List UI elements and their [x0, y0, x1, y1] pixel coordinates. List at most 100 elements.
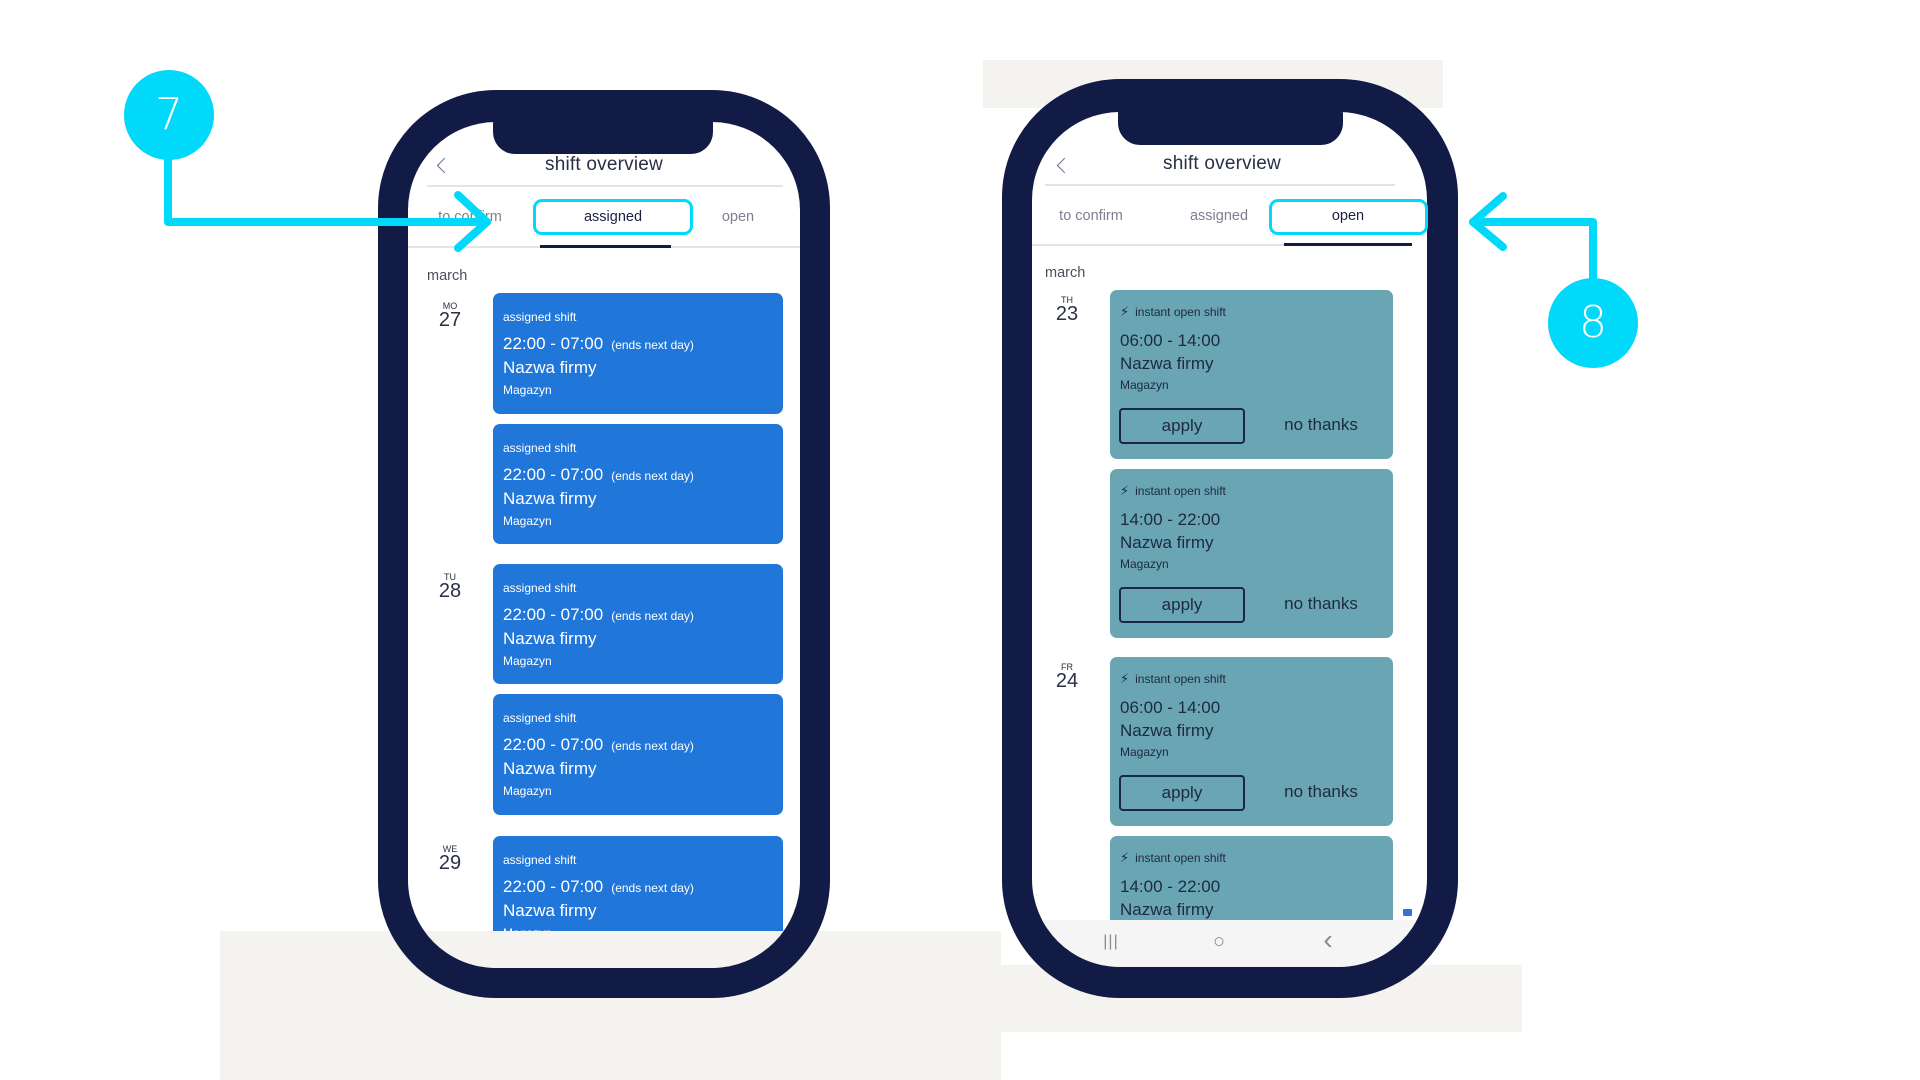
page-title: shift overview	[1163, 153, 1281, 174]
shift-type-label: ⚡ instant open shift	[1120, 850, 1226, 865]
shift-type-label: assigned shift	[503, 711, 577, 725]
shift-type-label: ⚡ instant open shift	[1120, 304, 1226, 319]
shift-card[interactable]: assigned shift 22:00 - 07:00 (ends next d…	[493, 424, 783, 544]
shift-time: 14:00 - 22:00	[1120, 877, 1221, 896]
company-name: Nazwa firmy	[503, 629, 597, 648]
shift-time-note: (ends next day)	[611, 739, 694, 753]
shift-type-label: ⚡ instant open shift	[1120, 671, 1226, 686]
shift-time-range: 22:00 - 07:00	[503, 735, 604, 754]
location-name: Magazyn	[1120, 378, 1169, 392]
left-phone-screen: shift overview to confirm assigned open …	[408, 122, 800, 968]
shift-time-range: 22:00 - 07:00	[503, 605, 604, 624]
day-number: 23	[1055, 303, 1079, 325]
active-tab-indicator	[540, 245, 671, 248]
lightning-bolt-icon: ⚡	[1120, 483, 1130, 498]
open-shift-card: ⚡ instant open shift 06:00 - 14:00 Nazwa …	[1110, 657, 1393, 826]
company-name: Nazwa firmy	[503, 489, 597, 508]
shift-time-range: 22:00 - 07:00	[503, 877, 604, 896]
lightning-bolt-icon: ⚡	[1120, 304, 1130, 319]
shift-time-range: 22:00 - 07:00	[503, 465, 604, 484]
day-number: 24	[1055, 670, 1079, 692]
highlight-open-tab	[1269, 199, 1428, 235]
right-phone-screen: shift overview to confirm assigned open …	[1032, 112, 1427, 967]
location-name: Magazyn	[503, 383, 552, 397]
arrow-8-line	[1469, 218, 1597, 282]
no-thanks-button[interactable]: no thanks	[1284, 415, 1358, 435]
date-th-23: TH 23	[1047, 296, 1087, 325]
no-thanks-button[interactable]: no thanks	[1284, 782, 1358, 802]
phone-notch	[493, 122, 713, 154]
location-name: Magazyn	[503, 514, 552, 528]
arrow-to-open-tab	[1469, 192, 1597, 282]
lightning-bolt-icon: ⚡	[1120, 671, 1130, 686]
shift-time: 22:00 - 07:00 (ends next day)	[503, 605, 694, 625]
company-name: Nazwa firmy	[1120, 900, 1214, 919]
step-badge-8: 8	[1548, 278, 1638, 368]
highlight-assigned-tab	[533, 199, 693, 235]
shift-time-range: 22:00 - 07:00	[503, 334, 604, 353]
lightning-bolt-icon: ⚡	[1120, 850, 1130, 865]
shift-time-note: (ends next day)	[611, 469, 694, 483]
day-number: 27	[438, 309, 462, 331]
content-cutoff	[408, 931, 800, 968]
location-name: Magazyn	[1120, 745, 1169, 759]
page-title: shift overview	[545, 154, 663, 175]
shift-type-label: assigned shift	[503, 853, 577, 867]
day-number: 28	[438, 580, 462, 602]
apply-button[interactable]: apply	[1119, 775, 1245, 811]
month-label: march	[427, 268, 468, 284]
shift-time: 22:00 - 07:00 (ends next day)	[503, 465, 694, 485]
company-name: Nazwa firmy	[1120, 354, 1214, 373]
apply-button[interactable]: apply	[1119, 587, 1245, 623]
header-divider	[1045, 184, 1395, 186]
location-name: Magazyn	[503, 654, 552, 668]
date-fr-24: FR 24	[1047, 663, 1087, 692]
phone-notch	[1118, 112, 1343, 145]
company-name: Nazwa firmy	[1120, 721, 1214, 740]
shift-time: 22:00 - 07:00 (ends next day)	[503, 735, 694, 755]
shift-card[interactable]: assigned shift 22:00 - 07:00 (ends next d…	[493, 293, 783, 414]
location-name: Magazyn	[1120, 557, 1169, 571]
shift-type-label: assigned shift	[503, 441, 577, 455]
company-name: Nazwa firmy	[503, 901, 597, 920]
annotation-arrows	[164, 156, 1597, 282]
shift-time-note: (ends next day)	[611, 338, 694, 352]
shift-time: 22:00 - 07:00 (ends next day)	[503, 334, 694, 354]
no-thanks-button[interactable]: no thanks	[1284, 594, 1358, 614]
apply-button[interactable]: apply	[1119, 408, 1245, 444]
company-name: Nazwa firmy	[503, 358, 597, 377]
recent-apps-icon[interactable]: |||	[1103, 933, 1118, 951]
tab-assigned[interactable]: assigned	[1190, 208, 1248, 224]
date-tu-28: TU 28	[430, 573, 470, 602]
shift-time: 06:00 - 14:00	[1120, 331, 1221, 350]
android-nav-bar: ||| ○ ‹	[1032, 920, 1414, 967]
tab-to-confirm[interactable]: to confirm	[438, 209, 502, 225]
open-shift-card: ⚡ instant open shift 14:00 - 22:00 Nazwa …	[1110, 469, 1393, 638]
tab-open[interactable]: open	[722, 209, 754, 225]
shift-type-label: assigned shift	[503, 581, 577, 595]
company-name: Nazwa firmy	[1120, 533, 1214, 552]
shift-time-note: (ends next day)	[611, 609, 694, 623]
shift-type-label: assigned shift	[503, 310, 577, 324]
shift-time: 06:00 - 14:00	[1120, 698, 1221, 717]
briefcase-icon	[1403, 909, 1412, 916]
shift-card[interactable]: assigned shift 22:00 - 07:00 (ends next d…	[493, 694, 783, 815]
home-icon[interactable]: ○	[1213, 931, 1225, 954]
date-mo-27: MO 27	[430, 302, 470, 331]
header-divider	[427, 185, 783, 187]
date-we-29: WE 29	[430, 845, 470, 874]
shift-time-note: (ends next day)	[611, 881, 694, 895]
step-badge-7: 7	[124, 70, 214, 160]
open-shift-card: ⚡ instant open shift 06:00 - 14:00 Nazwa …	[1110, 290, 1393, 459]
arrow-8-head	[1469, 192, 1507, 251]
shift-card[interactable]: assigned shift 22:00 - 07:00 (ends next d…	[493, 564, 783, 684]
location-name: Magazyn	[503, 784, 552, 798]
tab-to-confirm[interactable]: to confirm	[1059, 208, 1123, 224]
shift-time: 14:00 - 22:00	[1120, 510, 1221, 529]
shift-type-label: ⚡ instant open shift	[1120, 483, 1226, 498]
active-tab-indicator	[1284, 243, 1412, 246]
shift-time: 22:00 - 07:00 (ends next day)	[503, 877, 694, 897]
day-number: 29	[438, 852, 462, 874]
company-name: Nazwa firmy	[503, 759, 597, 778]
back-nav-icon[interactable]: ‹	[1323, 924, 1332, 956]
